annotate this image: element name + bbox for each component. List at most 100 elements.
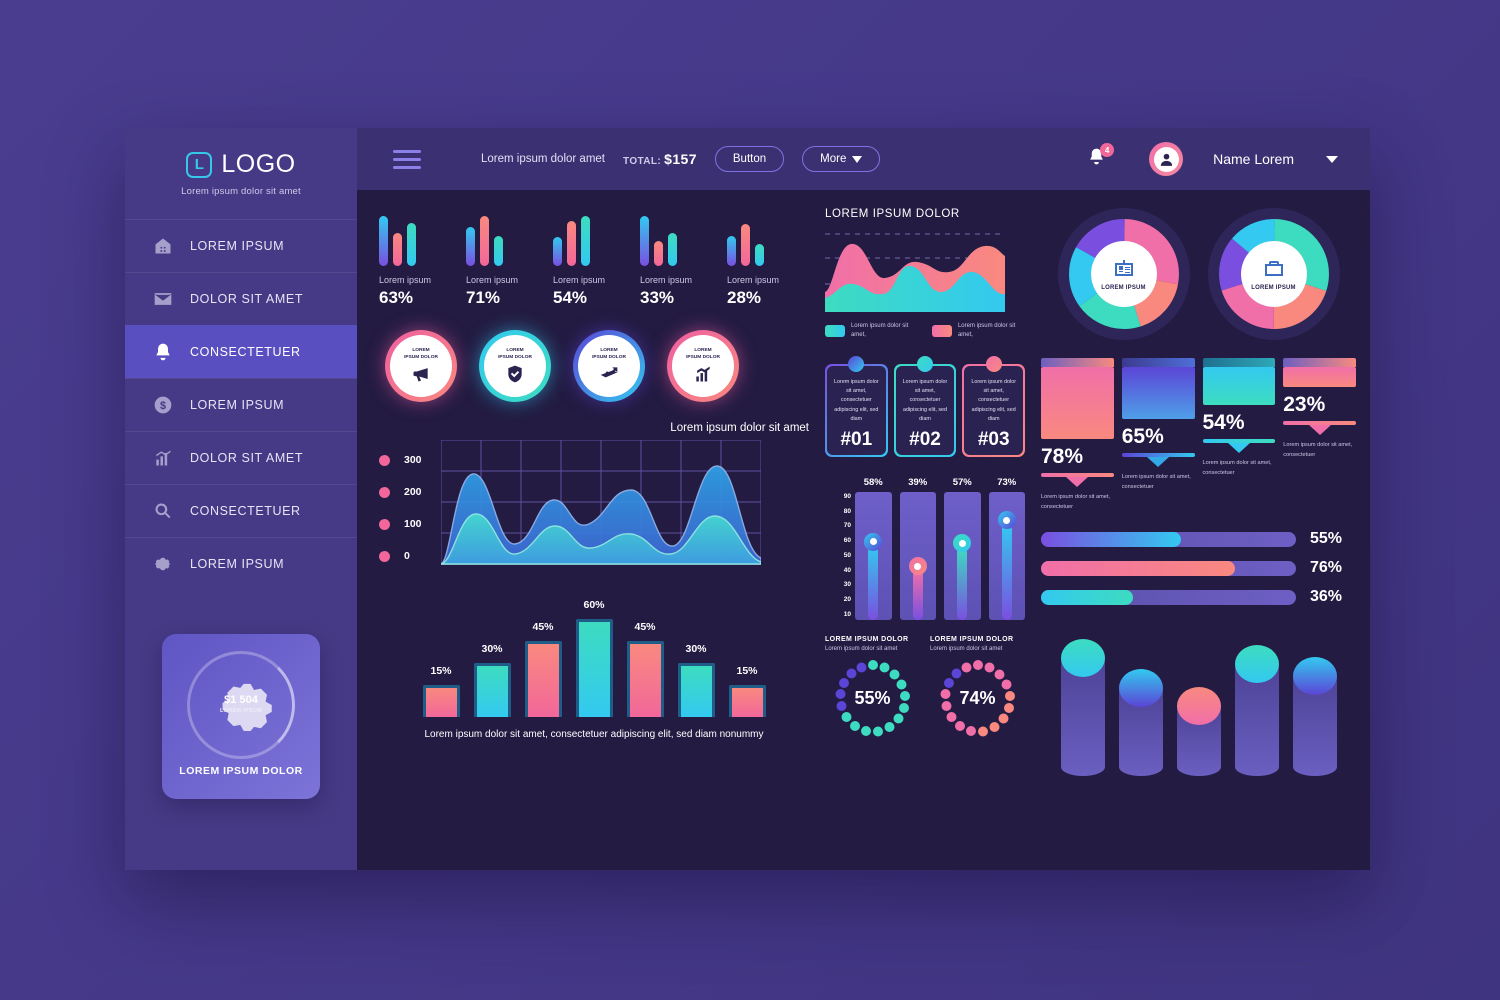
stat-card: 54% Lorem ipsum dolor sit amet, consecte… (1202, 358, 1276, 512)
kpi-label: Lorem ipsum (640, 275, 693, 285)
lollipop-y-axis: 90 80 70 60 50 40 30 20 10 (825, 477, 851, 620)
legend-label: Lorem ipsum dolor sit amet, (850, 323, 909, 338)
donut-label: LOREM IPSUM (1101, 285, 1146, 291)
number-card-02[interactable]: Lorem ipsum dolor sit amet, consectetuer… (893, 356, 957, 457)
gauge-right: LOREM IPSUM DOLOR Lorem ipsum dolor sit … (930, 636, 1025, 738)
lollipop-value: 57% (952, 476, 972, 488)
kpi-value: 28% (727, 288, 762, 307)
kpi-mini-bars (553, 216, 623, 266)
legend-dot-icon (379, 454, 390, 466)
badge-line2: IPSUM DOLOR (404, 354, 438, 360)
badge-shield[interactable]: LOREM IPSUM DOLOR (479, 330, 551, 402)
stat-value: 23% (1283, 393, 1326, 416)
bar-value: 45% (634, 621, 656, 633)
main-area: Lorem ipsum dolor amet TOTAL: $157 Button… (357, 128, 1370, 870)
gauge-subtitle: Lorem ipsum dolor sit amet (825, 645, 898, 652)
kpi-card: Lorem ipsum 28% (727, 216, 797, 308)
lollipop-item: 39% (899, 476, 936, 620)
kpi-label: Lorem ipsum (553, 275, 606, 285)
progress-track[interactable] (1041, 589, 1296, 605)
card-number: #01 (840, 428, 873, 450)
stat-value: 65% (1121, 425, 1164, 448)
column-left: Lorem ipsum 63% Lorem ipsum 71% Lorem ip… (379, 208, 809, 860)
y-tick: 70 (843, 522, 851, 530)
sidebar-item-label: LOREM IPSUM (190, 239, 285, 253)
bell-icon (152, 341, 174, 363)
kpi-mini-bars (466, 216, 536, 266)
badge-line2: IPSUM DOLOR (686, 354, 720, 360)
shield-check-icon (508, 366, 522, 383)
legend-swatch-icon (932, 325, 952, 337)
bar-value: 30% (481, 643, 503, 655)
bar-item: 60% (575, 599, 613, 717)
chart-icon (152, 447, 174, 469)
promo-label: LOREM IPSUM DOLOR (179, 764, 303, 777)
y-tick: 40 (843, 566, 851, 574)
progress-value: 36% (1310, 588, 1343, 605)
badge-megaphone[interactable]: LOREM IPSUM DOLOR (385, 330, 457, 402)
kpi-value: 71% (466, 288, 501, 307)
notifications-button[interactable]: 4 (1087, 143, 1115, 171)
sidebar-item-lorem-ipsum-1[interactable]: LOREM IPSUM (125, 219, 357, 272)
card-text: Lorem ipsum dolor sit amet, consectetuer… (971, 379, 1016, 422)
card-number: #02 (909, 428, 941, 450)
sidebar-item-dolor-sit-amet-1[interactable]: DOLOR SIT AMET (125, 272, 357, 325)
kpi-value: 63% (379, 288, 414, 307)
kpi-mini-bars (727, 216, 797, 266)
card-text: Lorem ipsum dolor sit amet, consectetuer… (902, 379, 948, 422)
home-icon (152, 235, 174, 257)
dotted-gauges: LOREM IPSUM DOLOR Lorem ipsum dolor sit … (825, 636, 1025, 738)
card-dot-icon (985, 356, 1002, 372)
avatar[interactable] (1149, 142, 1184, 176)
progress-track[interactable] (1041, 531, 1296, 547)
logo-icon: L (186, 151, 213, 178)
primary-button[interactable]: Button (714, 146, 785, 172)
progress-track[interactable] (1041, 560, 1296, 576)
donut-center-left: LOREM IPSUM (1090, 241, 1157, 307)
sidebar-item-consectetuer-2[interactable]: CONSECTETUER (125, 484, 357, 537)
dollar-icon: $ (152, 394, 174, 416)
sidebar-item-consectetuer-1[interactable]: CONSECTETUER (125, 325, 357, 378)
promo-card[interactable]: $1 504 LOREM IPSUM LOREM IPSUM DOLOR (162, 634, 320, 799)
legend-swatch-icon (825, 325, 845, 337)
sidebar-item-label: LOREM IPSUM (190, 398, 285, 412)
legend-item: Lorem ipsum dolor sit amet, (932, 322, 1025, 340)
kpi-mini-bars (379, 216, 449, 266)
kpi-mini-bars (640, 216, 710, 266)
promo-caption: LOREM IPSUM (219, 707, 263, 714)
number-card-01[interactable]: Lorem ipsum dolor sit amet, consectetuer… (825, 356, 888, 457)
gauge-left: LOREM IPSUM DOLOR Lorem ipsum dolor sit … (825, 636, 920, 738)
sidebar-item-lorem-ipsum-3[interactable]: LOREM IPSUM (125, 537, 357, 590)
kpi-row: Lorem ipsum 63% Lorem ipsum 71% Lorem ip… (379, 216, 809, 308)
sidebar-item-label: DOLOR SIT AMET (190, 292, 304, 306)
sidebar-item-lorem-ipsum-2[interactable]: $ LOREM IPSUM (125, 378, 357, 431)
number-card-03[interactable]: Lorem ipsum dolor sit amet, consectetuer… (962, 356, 1026, 457)
badge-money[interactable]: LOREM IPSUM DOLOR (573, 330, 645, 402)
kpi-label: Lorem ipsum (379, 275, 432, 285)
menu-toggle-icon[interactable] (393, 149, 421, 169)
mail-icon (152, 288, 174, 310)
user-name[interactable]: Name Lorem (1213, 151, 1294, 167)
user-menu-chevron-icon[interactable] (1326, 155, 1338, 163)
lollipop-item: 73% (988, 477, 1025, 620)
badge-chart[interactable]: LOREM IPSUM DOLOR (667, 330, 739, 402)
gear-icon (152, 553, 174, 575)
bar-value: 15% (430, 665, 452, 677)
lollipop-value: 39% (908, 476, 928, 488)
y-tick: 0 (404, 550, 410, 562)
area-chart-legend: 300 200 100 0 (379, 440, 441, 575)
sidebar-item-dolor-sit-amet-2[interactable]: DOLOR SIT AMET (125, 431, 357, 484)
sidebar-item-label: CONSECTETUER (190, 504, 301, 518)
gauge-subtitle: Lorem ipsum dolor sit amet (930, 645, 1003, 652)
kpi-card: Lorem ipsum 33% (640, 216, 710, 308)
megaphone-icon (413, 368, 428, 382)
y-tick: 60 (843, 537, 851, 545)
more-dropdown[interactable]: More (802, 146, 881, 172)
column-right: LOREM IPSUM LOREM IPSUM 78% Lorem ipsum … (1041, 208, 1356, 860)
brand: L LOGO Lorem ipsum dolor sit amet (125, 128, 357, 213)
bar-item: 45% (626, 621, 664, 717)
donut-label: LOREM IPSUM (1251, 285, 1296, 291)
badge-line1: LOREM (694, 347, 712, 353)
sidebar-nav: LOREM IPSUM DOLOR SIT AMET CONSECTETUER … (125, 219, 357, 590)
sidebar-item-label: LOREM IPSUM (190, 557, 285, 571)
